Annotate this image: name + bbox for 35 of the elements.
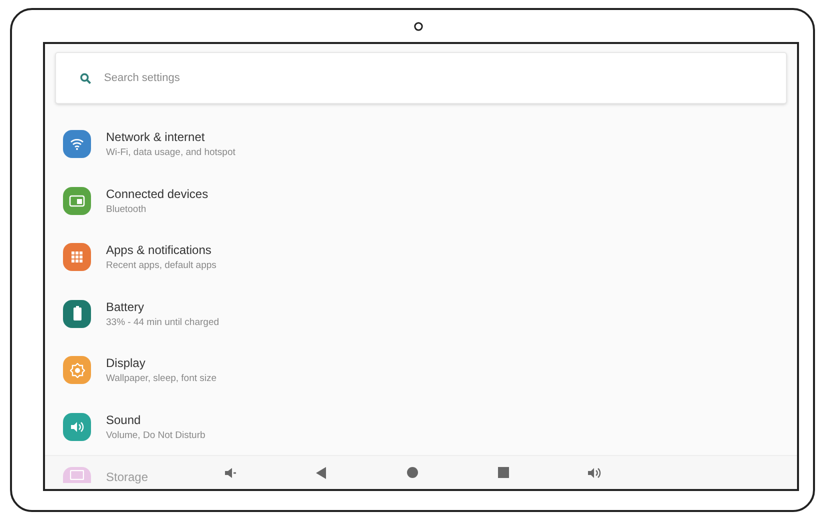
item-subtitle: 33% - 44 min until charged	[106, 316, 220, 328]
item-title: Battery	[106, 300, 146, 314]
item-title: Apps & notifications	[106, 243, 212, 258]
item-title: Sound	[106, 412, 142, 427]
storage-icon	[70, 470, 84, 480]
item-title: Network & internet	[106, 130, 206, 144]
home-circle-icon	[406, 467, 418, 478]
settings-item[interactable]: Battery 33% - 44 min until charged	[45, 286, 797, 342]
square-icon	[498, 467, 508, 478]
speaker-icon	[586, 466, 602, 478]
item-title: Display	[106, 356, 146, 370]
search-field[interactable]: Search settings	[55, 52, 787, 104]
settings-item[interactable]: Sound Volume, Do Not Disturb	[45, 398, 797, 455]
item-title: Storage	[106, 470, 148, 484]
speaker-icon	[70, 420, 84, 433]
speaker-icon	[224, 466, 236, 478]
settings-item[interactable]: Display Wallpaper, sleep, font size	[45, 342, 797, 398]
search-input[interactable]: Search settings	[104, 70, 786, 86]
item-subtitle: Volume, Do Not Disturb	[106, 430, 206, 441]
item-subtitle: Bluetooth	[106, 204, 148, 215]
item-subtitle: Wi-Fi, data usage, and hotspot	[106, 147, 236, 158]
item-subtitle: Wallpaper, sleep, font size	[106, 373, 217, 384]
brightness-icon	[70, 362, 84, 378]
grid-icon	[71, 251, 83, 264]
back-triangle-icon	[316, 466, 326, 478]
settings-item[interactable]: Connected devices Bluetooth	[45, 172, 797, 229]
camera-icon	[414, 22, 423, 31]
settings-item[interactable]: Network & internet Wi-Fi, data usage, and hotspot	[45, 116, 797, 172]
wifi-icon	[70, 138, 84, 150]
item-title: Connected devices	[106, 186, 208, 201]
search-icon	[80, 72, 91, 84]
item-subtitle: Recent apps, default apps	[106, 260, 216, 272]
settings-item[interactable]: Apps & notifications Recent apps, default apps	[45, 229, 797, 286]
devices-icon	[69, 194, 85, 207]
battery-icon	[72, 306, 82, 322]
